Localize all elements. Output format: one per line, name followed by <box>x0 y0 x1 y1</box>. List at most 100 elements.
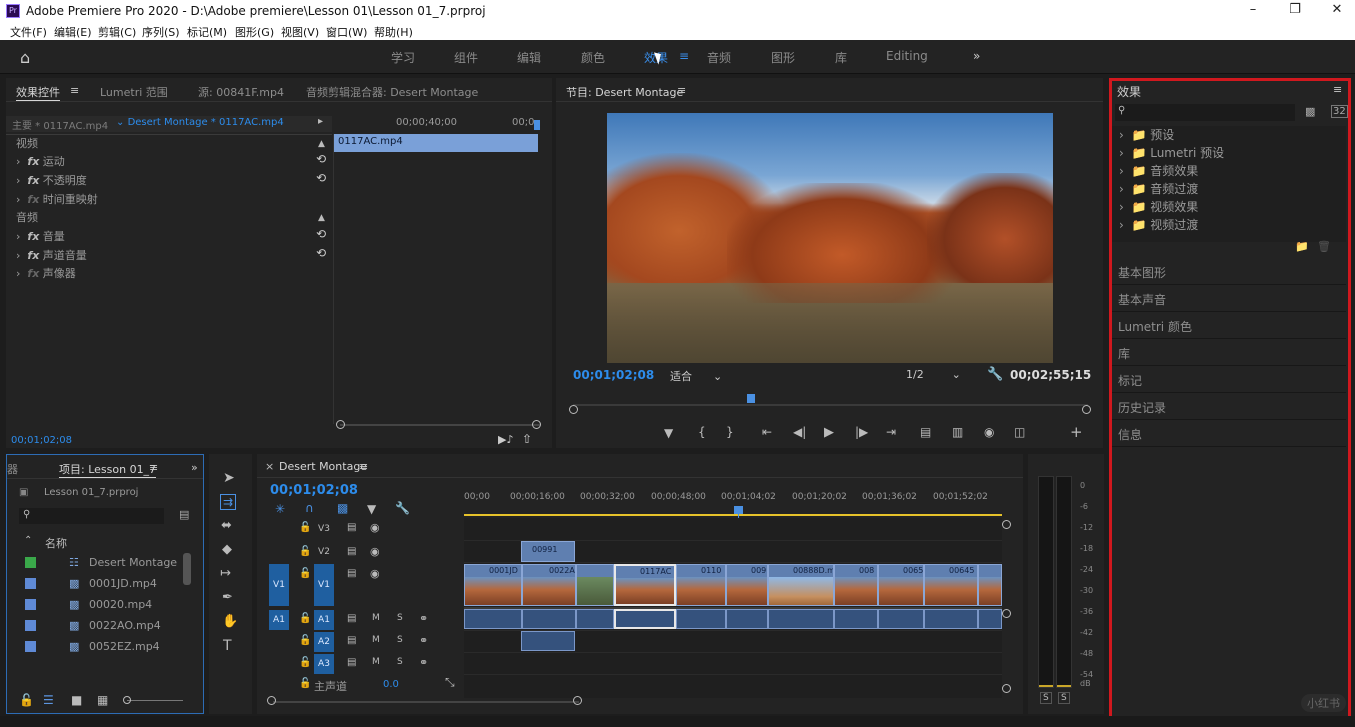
maximize-icon[interactable]: ❐ <box>1280 2 1310 20</box>
program-video-frame[interactable] <box>607 113 1053 363</box>
eye-icon[interactable]: ◉ <box>370 521 380 534</box>
expand-icon[interactable]: › <box>16 174 20 187</box>
solo-button[interactable]: S <box>397 635 403 645</box>
go-to-out-icon[interactable]: ⇥ <box>886 425 896 439</box>
track-target-v1[interactable]: V1 <box>314 564 334 606</box>
add-button-icon[interactable]: + <box>1070 423 1083 441</box>
timeline-timecode[interactable]: 00;01;02;08 <box>270 483 358 498</box>
v1-clip[interactable]: 0022A <box>522 564 576 606</box>
tab-audio-clip-mixer[interactable]: 音频剪辑混合器: Desert Montage <box>306 84 478 100</box>
microphone-icon[interactable]: ⚭ <box>419 634 428 647</box>
mute-button[interactable]: M <box>372 613 380 623</box>
section-essential-graphics[interactable]: 基本图形 <box>1112 258 1346 285</box>
lift-icon[interactable]: ▤ <box>920 425 931 439</box>
delete-icon[interactable]: 🗑 <box>1317 240 1331 253</box>
ws-menu-icon[interactable]: ≡ <box>679 49 689 63</box>
linked-selection-icon[interactable]: ▩ <box>337 501 348 515</box>
effect-motion[interactable]: › fx 运动 <box>16 153 65 171</box>
sort-icon[interactable]: ⌃ <box>24 535 32 546</box>
timeline-settings-icon[interactable]: 🔧 <box>395 501 410 515</box>
tab-source[interactable]: 源: 00841F.mp4 <box>198 84 284 100</box>
solo-left-button[interactable]: S <box>1040 692 1052 704</box>
project-scrollbar[interactable] <box>183 553 191 585</box>
fx-icon[interactable]: fx <box>27 174 39 187</box>
fx-icon[interactable]: fx <box>27 230 39 243</box>
work-area-bar[interactable] <box>464 514 1002 516</box>
tab-project[interactable]: 项目: Lesson 01_7 <box>59 461 157 478</box>
wrench-icon[interactable]: 🔧 <box>987 367 1003 382</box>
tab-menu-icon[interactable]: ≡ <box>70 84 79 97</box>
a1-audio-clip[interactable] <box>978 609 1002 629</box>
list-view-icon[interactable]: ☰ <box>43 693 54 707</box>
snap-icon[interactable]: ∩ <box>305 501 314 515</box>
project-item[interactable]: ▩ 00020.mp4 <box>25 595 200 616</box>
track-target-v2[interactable]: V2 <box>314 542 334 562</box>
track-target-v3[interactable]: V3 <box>314 519 334 539</box>
microphone-icon[interactable]: ⚭ <box>419 612 428 625</box>
v1-clip[interactable]: 0065 <box>878 564 924 606</box>
scroll-handle[interactable] <box>336 420 345 429</box>
menu-edit[interactable]: 编辑(E) <box>54 24 92 40</box>
a1-audio-clip[interactable] <box>878 609 924 629</box>
sync-lock-icon[interactable]: ▤ <box>347 657 356 668</box>
eye-icon[interactable]: ◉ <box>370 545 380 558</box>
timeline-menu-icon[interactable]: ≡ <box>359 460 368 473</box>
ws-graphics[interactable]: 图形 <box>771 49 795 66</box>
step-back-icon[interactable]: ◀| <box>793 425 806 439</box>
source-patch-v1[interactable]: V1 <box>269 564 289 606</box>
effect-panner[interactable]: › fx 声像器 <box>16 265 76 283</box>
v1-clip[interactable] <box>576 564 614 606</box>
ripple-edit-tool-icon[interactable]: ⬌ <box>221 518 232 533</box>
lock-track-icon[interactable]: 🔓 <box>299 657 311 668</box>
v1-clip[interactable]: 00645 <box>924 564 978 606</box>
scroll-handle[interactable] <box>1002 520 1011 529</box>
lock-track-icon[interactable]: 🔓 <box>299 635 311 646</box>
v1-clip[interactable]: 0110 <box>676 564 726 606</box>
microphone-icon[interactable]: ⚭ <box>419 656 428 669</box>
effect-channel-volume[interactable]: › fx 声道音量 <box>16 247 87 265</box>
section-libraries[interactable]: 库 <box>1112 339 1346 366</box>
a1-audio-clip[interactable] <box>576 609 614 629</box>
expand-icon[interactable]: › <box>16 230 20 243</box>
razor-tool-icon[interactable]: ◆ <box>222 542 232 557</box>
collapse-icon[interactable]: ▲ <box>318 213 325 223</box>
v1-clip[interactable] <box>978 564 1002 606</box>
camera-icon[interactable]: ◉ <box>984 425 994 439</box>
scroll-handle[interactable] <box>267 696 276 705</box>
program-current-timecode[interactable]: 00;01;02;08 <box>573 368 654 382</box>
effects-search-input[interactable]: ⚲ <box>1115 104 1295 121</box>
ws-editing[interactable]: Editing <box>886 49 928 63</box>
project-item[interactable]: ▩ 0001JD.mp4 <box>25 574 200 595</box>
timeline-playhead-head[interactable] <box>734 506 743 514</box>
new-custom-bin-icon[interactable]: 📁 <box>1295 240 1309 253</box>
a1-audio-clip[interactable] <box>522 609 576 629</box>
comparison-view-icon[interactable]: ◫ <box>1014 425 1025 439</box>
menu-sequence[interactable]: 序列(S) <box>142 24 180 40</box>
project-menu-icon[interactable]: ≡ <box>149 461 158 474</box>
ws-overflow-icon[interactable]: » <box>973 49 980 63</box>
scroll-handle[interactable] <box>1002 684 1011 693</box>
effect-time-remap[interactable]: › fx 时间重映射 <box>16 191 98 209</box>
lock-track-icon[interactable]: 🔓 <box>299 678 311 689</box>
home-icon[interactable]: ⌂ <box>20 48 30 67</box>
play-only-audio-icon[interactable]: ▶♪ <box>498 433 513 446</box>
v2-clip[interactable]: 00991 <box>521 541 575 562</box>
lock-track-icon[interactable]: 🔓 <box>299 522 311 533</box>
program-playhead[interactable] <box>747 394 755 403</box>
section-essential-sound[interactable]: 基本声音 <box>1112 285 1346 312</box>
new-bin-icon[interactable]: ▤ <box>179 508 189 521</box>
effects-menu-icon[interactable]: ≡ <box>1333 83 1342 96</box>
ws-editing-cn[interactable]: 编辑 <box>517 49 541 66</box>
go-to-in-icon[interactable]: ⇤ <box>762 425 772 439</box>
expand-icon[interactable]: › <box>16 249 20 262</box>
close-sequence-icon[interactable]: × <box>265 460 274 473</box>
project-item[interactable]: ☷ Desert Montage <box>25 553 200 574</box>
scroll-handle[interactable] <box>569 405 578 414</box>
type-tool-icon[interactable]: T <box>223 638 232 654</box>
ws-assembly[interactable]: 组件 <box>454 49 478 66</box>
project-search-input[interactable]: ⚲ <box>19 508 164 524</box>
export-icon[interactable]: ⇧ <box>522 432 532 446</box>
effect-volume[interactable]: › fx 音量 <box>16 228 65 246</box>
v1-clip[interactable]: 008 <box>834 564 878 606</box>
effect-opacity[interactable]: › fx 不透明度 <box>16 172 87 190</box>
